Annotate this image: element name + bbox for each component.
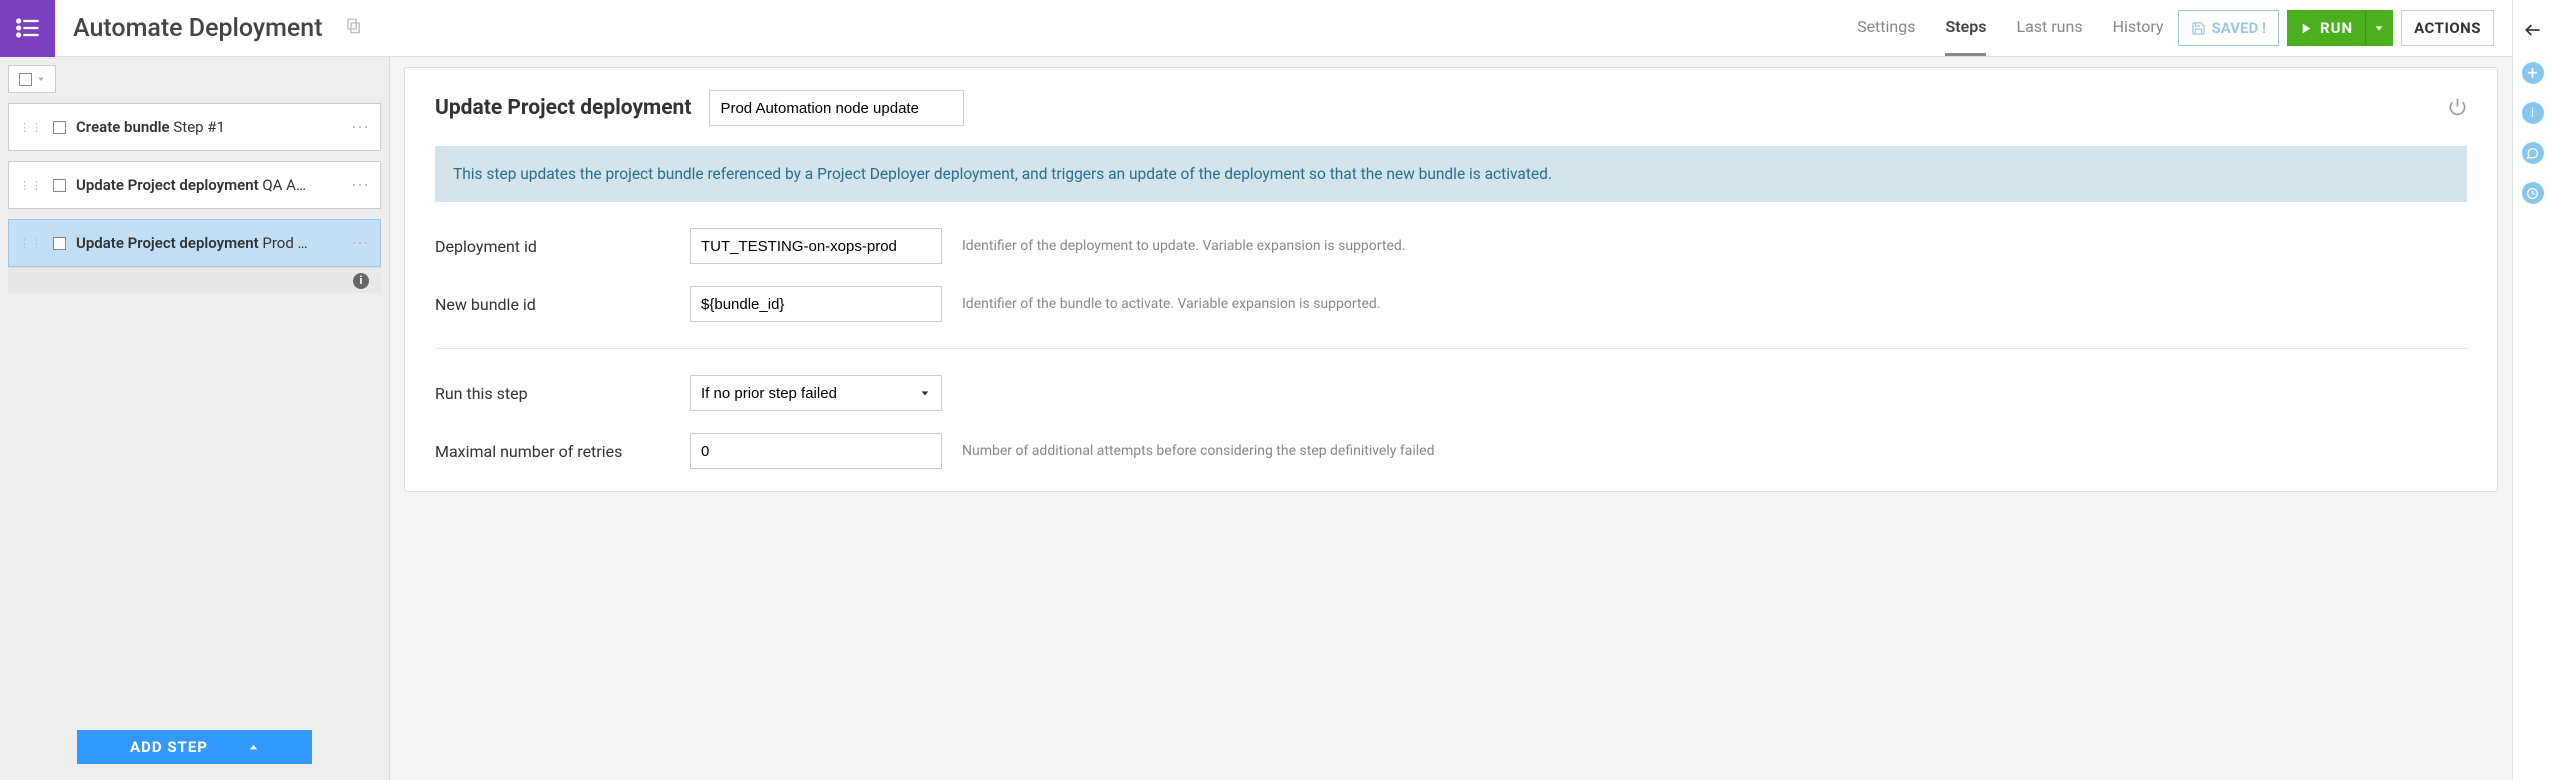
- right-rail: + i: [2512, 0, 2552, 780]
- actions-button[interactable]: ACTIONS: [2401, 10, 2494, 46]
- step-checkbox[interactable]: [53, 179, 66, 192]
- tab-history[interactable]: History: [2113, 0, 2164, 56]
- saved-button[interactable]: SAVED !: [2178, 10, 2280, 46]
- max-retries-label: Maximal number of retries: [435, 442, 670, 461]
- step-item-selected[interactable]: ⋮⋮ Update Project deployment Prod … ⋯: [8, 219, 381, 267]
- run-button[interactable]: RUN: [2287, 10, 2365, 46]
- max-retries-input[interactable]: [690, 433, 942, 469]
- new-bundle-id-help: Identifier of the bundle to activate. Va…: [962, 296, 1381, 312]
- step-label: Update Project deployment QA A…: [76, 176, 341, 194]
- rail-chat-icon[interactable]: [2522, 142, 2544, 164]
- step-item[interactable]: ⋮⋮ Update Project deployment QA A… ⋯: [8, 161, 381, 209]
- step-info-row: i: [8, 267, 381, 293]
- editor-pane: Update Project deployment This step upda…: [390, 57, 2512, 780]
- run-label: RUN: [2320, 19, 2353, 37]
- step-label: Create bundle Step #1: [76, 118, 341, 136]
- caret-down-icon: [2374, 23, 2384, 33]
- copy-icon[interactable]: [345, 17, 363, 39]
- deployment-id-input[interactable]: [690, 228, 942, 264]
- add-step-button[interactable]: ADD STEP: [77, 730, 312, 764]
- caret-up-icon: [248, 742, 259, 753]
- step-checkbox[interactable]: [53, 237, 66, 250]
- step-menu-icon[interactable]: ⋯: [351, 233, 370, 254]
- drag-handle-icon[interactable]: ⋮⋮: [19, 121, 43, 134]
- rail-add-icon[interactable]: +: [2522, 62, 2544, 84]
- step-description-note: This step updates the project bundle ref…: [435, 146, 2467, 202]
- run-step-label: Run this step: [435, 384, 670, 403]
- panel-title: Update Project deployment: [435, 96, 691, 120]
- drag-handle-icon[interactable]: ⋮⋮: [19, 179, 43, 192]
- step-label: Update Project deployment Prod …: [76, 234, 341, 252]
- caret-down-icon: [37, 75, 45, 83]
- new-bundle-id-label: New bundle id: [435, 295, 670, 314]
- back-arrow-icon[interactable]: [2523, 20, 2543, 44]
- main-menu-button[interactable]: [0, 0, 55, 57]
- step-panel: Update Project deployment This step upda…: [404, 67, 2498, 492]
- new-bundle-id-input[interactable]: [690, 286, 942, 322]
- tab-last-runs[interactable]: Last runs: [2016, 0, 2082, 56]
- steps-sidebar: ⋮⋮ Create bundle Step #1 ⋯ ⋮⋮ Update Pro…: [0, 57, 390, 780]
- rail-history-icon[interactable]: [2522, 182, 2544, 204]
- info-icon[interactable]: i: [353, 273, 369, 289]
- deployment-id-label: Deployment id: [435, 237, 670, 256]
- step-name-input[interactable]: [709, 90, 964, 126]
- play-icon: [2300, 22, 2313, 35]
- top-actions: SAVED ! RUN ACTIONS: [2178, 10, 2513, 46]
- step-checkbox[interactable]: [53, 121, 66, 134]
- top-bar: Automate Deployment Settings Steps Last …: [0, 0, 2512, 57]
- tab-settings[interactable]: Settings: [1857, 0, 1915, 56]
- add-step-label: ADD STEP: [130, 738, 208, 756]
- tab-steps[interactable]: Steps: [1945, 0, 1986, 56]
- deployment-id-help: Identifier of the deployment to update. …: [962, 238, 1405, 254]
- select-all-checkbox[interactable]: [8, 65, 56, 93]
- actions-label: ACTIONS: [2414, 19, 2481, 37]
- max-retries-help: Number of additional attempts before con…: [962, 443, 1434, 459]
- list-icon: [14, 14, 42, 42]
- run-step-select[interactable]: If no prior step failed: [690, 375, 942, 411]
- drag-handle-icon[interactable]: ⋮⋮: [19, 237, 43, 250]
- step-menu-icon[interactable]: ⋯: [351, 175, 370, 196]
- step-menu-icon[interactable]: ⋯: [351, 117, 370, 138]
- run-dropdown-button[interactable]: [2365, 10, 2393, 46]
- page-title: Automate Deployment: [73, 14, 323, 43]
- rail-info-icon[interactable]: i: [2522, 102, 2544, 124]
- saved-label: SAVED !: [2212, 19, 2267, 37]
- step-item[interactable]: ⋮⋮ Create bundle Step #1 ⋯: [8, 103, 381, 151]
- save-icon: [2191, 21, 2206, 36]
- nav-tabs: Settings Steps Last runs History: [1857, 0, 2177, 56]
- checkbox-icon: [19, 73, 32, 86]
- divider: [435, 348, 2467, 349]
- power-icon[interactable]: [2448, 97, 2467, 120]
